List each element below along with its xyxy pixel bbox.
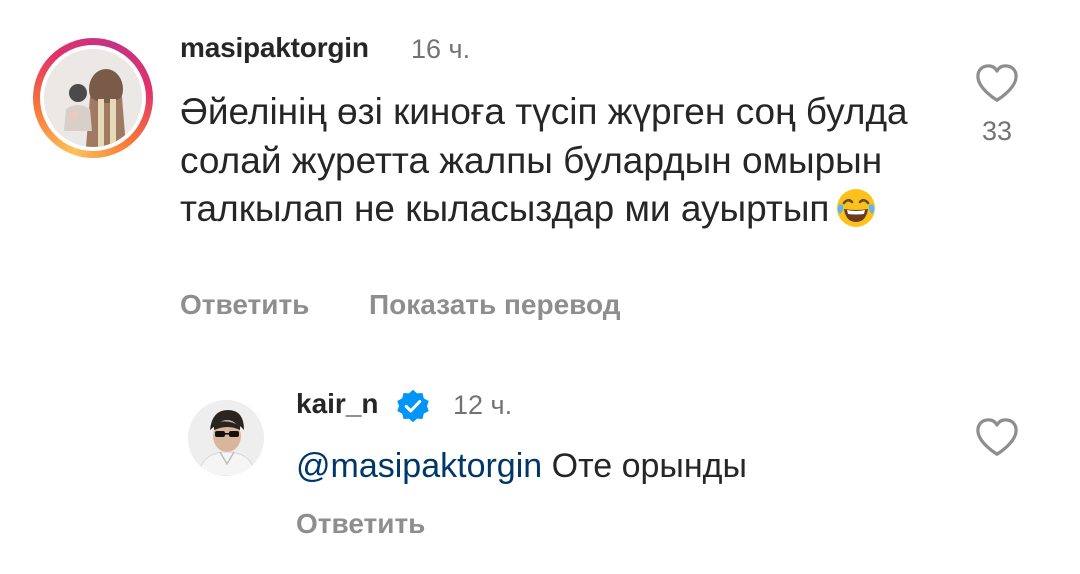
comment-text: Әйелінің өзі киноға түсіп жүрген соң бул… (180, 88, 940, 234)
laughing-tears-emoji-icon (837, 189, 876, 227)
comment-timestamp: 16 ч. (411, 34, 471, 64)
avatar-image (188, 400, 264, 476)
avatar[interactable] (44, 49, 142, 147)
avatar[interactable] (188, 400, 264, 476)
comment-username[interactable]: kair_n (296, 388, 379, 420)
like-count: 33 (981, 116, 1013, 146)
verified-badge-icon (397, 389, 429, 423)
comment-text: @masipaktorgin Оте орынды (296, 447, 747, 486)
comment-body: Әйелінің өзі киноға түсіп жүрген соң бул… (180, 91, 908, 229)
show-translation-button[interactable]: Показать перевод (369, 289, 621, 321)
avatar-image (44, 49, 142, 147)
reply-button[interactable]: Ответить (180, 289, 309, 321)
comment-body: Оте орынды (551, 447, 747, 485)
heart-outline-icon[interactable] (974, 416, 1020, 458)
reply-button[interactable]: Ответить (296, 508, 425, 540)
comment-username[interactable]: masipaktorgin (180, 32, 369, 64)
story-ring[interactable] (33, 38, 153, 158)
comment-timestamp: 12 ч. (453, 390, 513, 420)
heart-outline-icon[interactable] (974, 62, 1020, 104)
mention-link[interactable]: @masipaktorgin (296, 447, 542, 485)
